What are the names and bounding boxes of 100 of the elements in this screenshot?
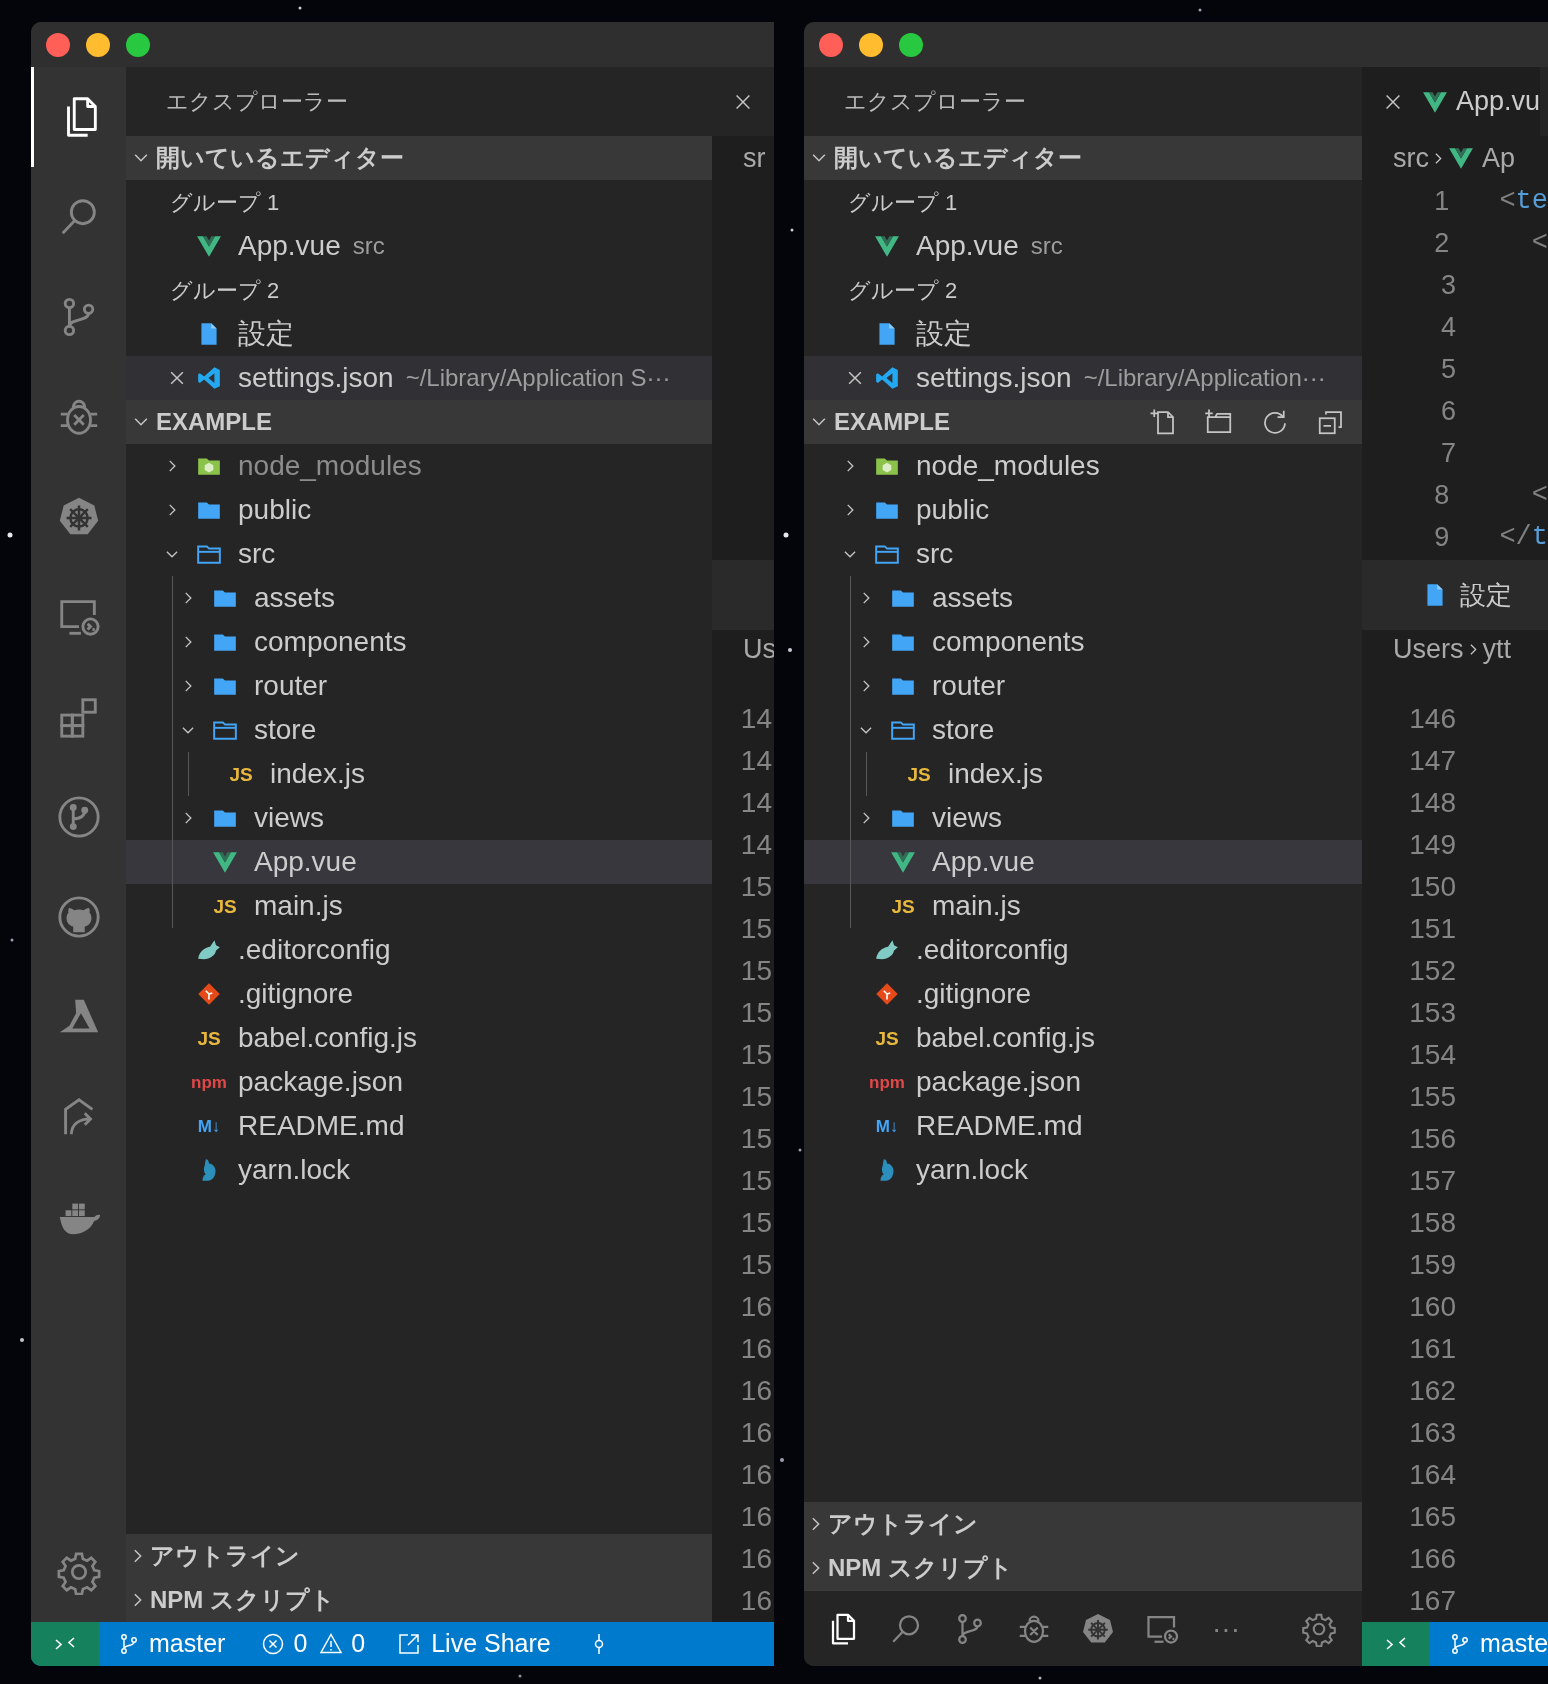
folder-item[interactable]: router: [126, 664, 712, 708]
section-header[interactable]: アウトライン: [126, 1534, 712, 1578]
line-number: 165: [1409, 1500, 1456, 1534]
external-link-icon: [397, 1632, 422, 1656]
group-label: グループ 2: [170, 276, 280, 305]
file-item[interactable]: App.vue: [804, 840, 1362, 884]
section-title: NPM スクリプト: [150, 1585, 335, 1615]
file-item[interactable]: yarn.lock: [804, 1148, 1362, 1192]
file-item[interactable]: .gitignore: [804, 972, 1362, 1016]
section-header[interactable]: EXAMPLE: [126, 400, 712, 444]
open-editor-item[interactable]: App.vue src: [126, 224, 712, 268]
folder-item[interactable]: node_modules: [126, 444, 712, 488]
file-item[interactable]: M↓ README.md: [126, 1104, 712, 1148]
folder-item[interactable]: assets: [804, 576, 1362, 620]
file-item[interactable]: .editorconfig: [804, 928, 1362, 972]
section-header[interactable]: 開いているエディター: [126, 136, 712, 180]
file-item[interactable]: .editorconfig: [126, 928, 712, 972]
file-item[interactable]: .gitignore: [126, 972, 712, 1016]
open-editor-item[interactable]: settings.json ~/Library/Application···: [804, 356, 1362, 400]
folder-item[interactable]: views: [126, 796, 712, 840]
folder-item[interactable]: views: [804, 796, 1362, 840]
folder-item[interactable]: public: [804, 488, 1362, 532]
file-item[interactable]: App.vue: [126, 840, 712, 884]
chevron-right-icon: [184, 812, 192, 824]
breadcrumb-item[interactable]: src: [1393, 137, 1429, 179]
editor-tab[interactable]: App.vu: [1362, 67, 1541, 136]
section-title: 開いているエディター: [834, 143, 1082, 173]
line-number: 15: [740, 1122, 772, 1156]
line-number: 16: [740, 1332, 772, 1366]
open-editor-item[interactable]: App.vue src: [804, 224, 1362, 268]
section-header[interactable]: NPM スクリプト: [126, 1578, 712, 1622]
line-number: 157: [1409, 1164, 1456, 1198]
line-number: 5: [1440, 352, 1456, 386]
activity-tab[interactable]: ···: [1194, 1600, 1258, 1657]
code-line: <te: [1499, 184, 1548, 218]
file-item[interactable]: JS main.js: [804, 884, 1362, 928]
chevron-right-icon: [168, 504, 176, 516]
open-editor-item[interactable]: 設定: [804, 312, 1362, 356]
problems-button[interactable]: 0 0: [261, 1625, 366, 1663]
panel-tab[interactable]: 設定: [1362, 575, 1512, 615]
line-number: 149: [1409, 828, 1456, 862]
chevron-right-icon: [862, 636, 870, 648]
breadcrumb-item[interactable]: sr: [743, 137, 766, 179]
line-number: 15: [740, 954, 772, 988]
section-header[interactable]: EXAMPLE: [804, 400, 1362, 444]
line-number: 153: [1409, 996, 1456, 1030]
js-label: JS: [197, 1028, 221, 1048]
markdown-label: M↓: [197, 1117, 221, 1135]
branch-button[interactable]: master: [117, 1625, 226, 1663]
file-item[interactable]: JS babel.config.js: [126, 1016, 712, 1060]
settings-icon[interactable]: [55, 1549, 102, 1595]
file-item[interactable]: npm package.json: [804, 1060, 1362, 1104]
folder-item[interactable]: components: [126, 620, 712, 664]
chevron-right-icon: [862, 592, 870, 604]
open-editor-item[interactable]: settings.json ~/Library/Application S···: [126, 356, 712, 400]
file-item[interactable]: JS babel.config.js: [804, 1016, 1362, 1060]
zoom-button[interactable]: [126, 32, 150, 57]
file-item[interactable]: JS index.js: [804, 752, 1362, 796]
file-item[interactable]: M↓ README.md: [804, 1104, 1362, 1148]
file-item[interactable]: npm package.json: [126, 1060, 712, 1104]
breadcrumb-item[interactable]: ytt: [1482, 628, 1512, 670]
open-editor-item[interactable]: 設定: [126, 312, 712, 356]
close-window-button[interactable]: [819, 32, 843, 57]
v-logo-icon: [1448, 145, 1474, 171]
live-share-button[interactable]: Live Share: [397, 1625, 551, 1663]
line-number: 15: [740, 1248, 772, 1282]
folder-item[interactable]: store: [804, 708, 1362, 752]
file-item[interactable]: JS index.js: [126, 752, 712, 796]
chevron-down-icon: [860, 726, 872, 734]
markdown-label: M↓: [875, 1117, 899, 1135]
folder-item[interactable]: public: [126, 488, 712, 532]
section-title: EXAMPLE: [834, 407, 950, 437]
line-number: 161: [1409, 1332, 1456, 1366]
folder-item[interactable]: assets: [126, 576, 712, 620]
folder-item[interactable]: components: [804, 620, 1362, 664]
close-window-button[interactable]: [46, 32, 70, 57]
minimize-button[interactable]: [86, 32, 110, 57]
folder-item[interactable]: store: [126, 708, 712, 752]
folder-item[interactable]: src: [126, 532, 712, 576]
folder-item[interactable]: router: [804, 664, 1362, 708]
v-logo-icon: [890, 849, 916, 875]
breadcrumb-item[interactable]: Users: [1393, 628, 1464, 670]
section-header[interactable]: 開いているエディター: [804, 136, 1362, 180]
folder-item[interactable]: src: [804, 532, 1362, 576]
code-line: </t: [1499, 520, 1548, 554]
chevron-down-icon: [812, 418, 826, 426]
section-title: EXAMPLE: [156, 407, 272, 437]
branch-button[interactable]: maste: [1448, 1625, 1548, 1663]
chevron-down-icon: [134, 154, 148, 162]
minimize-button[interactable]: [859, 32, 883, 57]
file-item[interactable]: JS main.js: [126, 884, 712, 928]
section-header[interactable]: NPM スクリプト: [804, 1546, 1362, 1590]
chevron-right-icon: [134, 1549, 142, 1563]
line-number: 4: [1440, 310, 1456, 344]
chevron-right-icon: [184, 592, 192, 604]
breadcrumb-item[interactable]: Ap: [1448, 137, 1516, 179]
zoom-button[interactable]: [899, 32, 923, 57]
section-header[interactable]: アウトライン: [804, 1502, 1362, 1546]
folder-item[interactable]: node_modules: [804, 444, 1362, 488]
file-item[interactable]: yarn.lock: [126, 1148, 712, 1192]
